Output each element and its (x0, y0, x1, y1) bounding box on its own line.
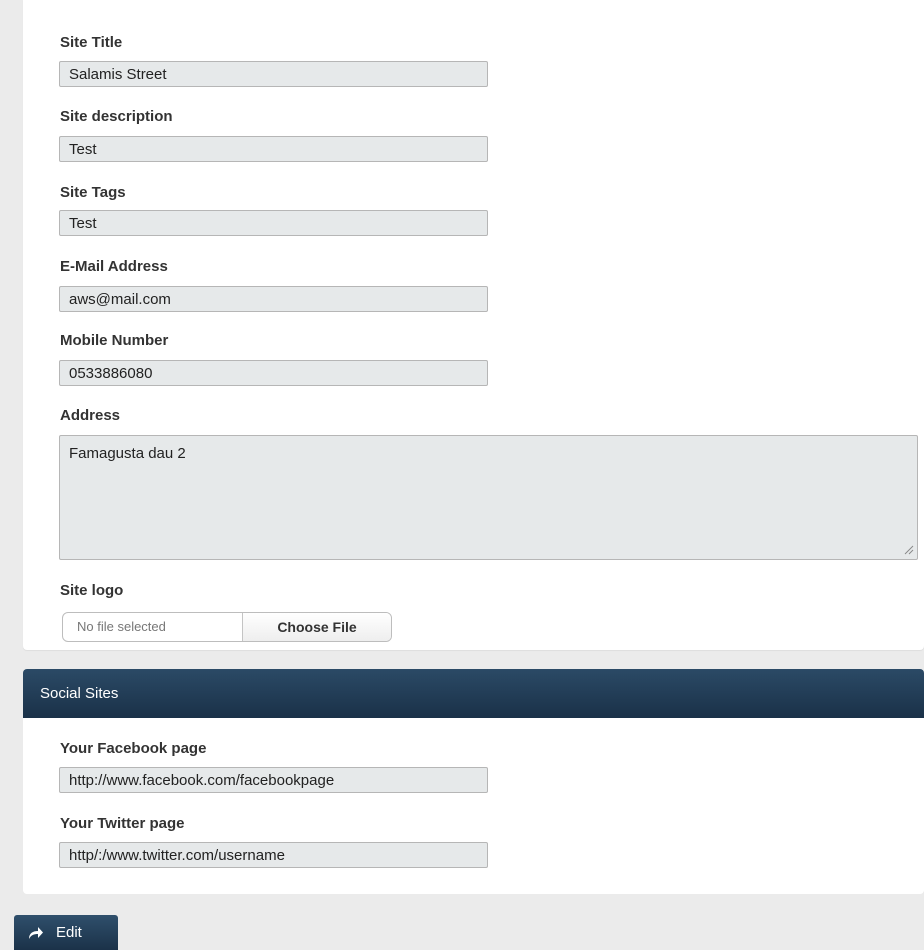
resize-grip-icon[interactable] (904, 545, 914, 555)
email-label: E-Mail Address (60, 258, 168, 275)
edit-button-label: Edit (56, 924, 82, 941)
site-description-field[interactable] (59, 136, 488, 162)
social-sites-header: Social Sites (23, 669, 924, 718)
mobile-number-field[interactable] (59, 360, 488, 386)
logo-file-input[interactable]: No file selected Choose File (62, 612, 392, 642)
file-status-text: No file selected (63, 613, 243, 641)
choose-file-button[interactable]: Choose File (243, 613, 391, 641)
address-label: Address (60, 407, 121, 424)
share-arrow-icon (29, 926, 43, 939)
facebook-label: Your Facebook page (60, 740, 207, 757)
site-title-label: Site Title (60, 34, 123, 51)
site-tags-field[interactable] (59, 210, 488, 236)
site-logo-label: Site logo (60, 582, 124, 599)
site-description-label: Site description (60, 108, 173, 125)
twitter-label: Your Twitter page (60, 815, 185, 832)
twitter-field[interactable] (59, 842, 488, 868)
edit-button[interactable]: Edit (14, 915, 118, 950)
mobile-number-label: Mobile Number (60, 332, 169, 349)
address-textarea[interactable]: Famagusta dau 2 (59, 435, 918, 560)
facebook-field[interactable] (59, 767, 488, 793)
email-field[interactable] (59, 286, 488, 312)
site-tags-label: Site Tags (60, 184, 126, 201)
site-title-field[interactable] (59, 61, 488, 87)
